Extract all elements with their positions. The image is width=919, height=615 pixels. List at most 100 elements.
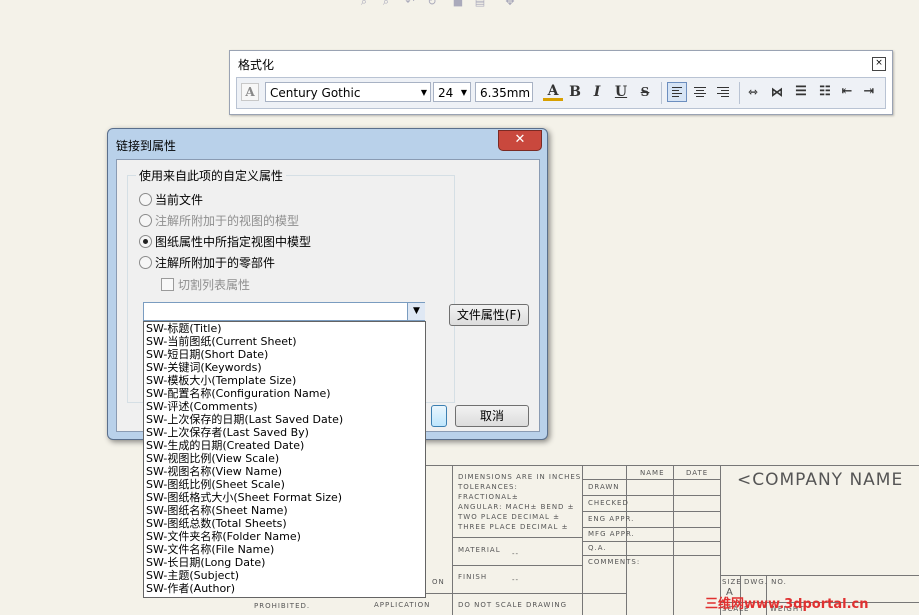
finish-value: --: [512, 576, 520, 584]
height-value: 6.35mm: [480, 86, 531, 100]
list-item[interactable]: SW-作者(Author): [144, 582, 425, 595]
list-item[interactable]: SW-配置名称(Configuration Name): [144, 387, 425, 400]
separator: [739, 82, 740, 104]
row-eng-appr: ENG APPR.: [588, 515, 635, 523]
dims-line-1: DIMENSIONS ARE IN INCHES: [458, 473, 582, 481]
view-toolbar: ⌕ ⌕ ↶ ↻ ■ ▤ ✥: [356, 0, 536, 8]
size-select[interactable]: 24 ▼: [433, 82, 471, 102]
radio-button[interactable]: [139, 214, 152, 227]
list-item[interactable]: SW-文件夹名称(Folder Name): [144, 530, 425, 543]
radio-label: 注解所附加于的视图的模型: [155, 214, 300, 228]
list-item[interactable]: SW-上次保存者(Last Saved By): [144, 426, 425, 439]
separator: [661, 82, 662, 104]
radio-button[interactable]: [139, 235, 152, 248]
zoom-fit-icon[interactable]: ⌕: [356, 0, 372, 8]
list-item[interactable]: SW-图纸总数(Total Sheets): [144, 517, 425, 530]
bullet-list-icon[interactable]: ☰: [791, 82, 811, 102]
zoom-area-icon[interactable]: ⌕: [378, 0, 394, 8]
dims-line-6: THREE PLACE DECIMAL ±: [458, 523, 569, 531]
list-item[interactable]: SW-模板大小(Template Size): [144, 374, 425, 387]
italic-icon[interactable]: I: [587, 82, 607, 102]
radio-label: 图纸属性中所指定视图中模型: [155, 235, 312, 249]
list-item[interactable]: SW-评述(Comments): [144, 400, 425, 413]
format-toolbar-bar: A Century Gothic ▼ 24 ▼ 6.35mm A B I U S…: [236, 77, 886, 109]
list-item[interactable]: SW-标题(Title): [144, 322, 425, 335]
chevron-down-icon[interactable]: ▼: [407, 303, 425, 320]
list-item[interactable]: SW-主题(Subject): [144, 569, 425, 582]
application-label: APPLICATION: [374, 601, 431, 609]
dwg-no-label: DWG. NO.: [744, 578, 787, 586]
prohibited-label: PROHIBITED.: [254, 602, 311, 610]
ok-button-partial[interactable]: [431, 405, 447, 427]
radio-component[interactable]: 注解所附加于的零部件: [139, 254, 275, 271]
previous-view-icon[interactable]: ↶: [402, 0, 418, 8]
radio-label: 当前文件: [155, 193, 204, 207]
list-item[interactable]: SW-图纸比例(Sheet Scale): [144, 478, 425, 491]
numbered-list-icon[interactable]: ☷: [815, 82, 835, 102]
cut-list-checkbox[interactable]: 切割列表属性: [161, 276, 250, 293]
dims-line-4: ANGULAR: MACH± BEND ±: [458, 503, 575, 511]
group-title: 使用来自此项的自定义属性: [136, 167, 287, 184]
section-view-icon[interactable]: ▤: [472, 0, 488, 8]
material-value: --: [512, 550, 520, 558]
radio-current-file[interactable]: 当前文件: [139, 191, 203, 208]
list-item[interactable]: SW-上次保存的日期(Last Saved Date): [144, 413, 425, 426]
list-item[interactable]: SW-文件名称(File Name): [144, 543, 425, 556]
outdent-icon[interactable]: ⇤: [837, 82, 857, 102]
close-icon[interactable]: ✕: [498, 130, 542, 151]
list-item[interactable]: SW-图纸格式大小(Sheet Format Size): [144, 491, 425, 504]
chevron-down-icon[interactable]: ▼: [421, 83, 427, 103]
indent-icon[interactable]: ⇥: [859, 82, 879, 102]
list-item[interactable]: SW-短日期(Short Date): [144, 348, 425, 361]
bold-icon[interactable]: B: [565, 82, 585, 102]
row-mfg-appr: MFG APPR.: [588, 530, 635, 538]
list-item[interactable]: SW-视图名称(View Name): [144, 465, 425, 478]
rotate-icon[interactable]: ↻: [424, 0, 440, 8]
date-header: DATE: [686, 469, 709, 477]
align-left-icon[interactable]: [667, 82, 687, 102]
font-select[interactable]: Century Gothic ▼: [265, 82, 431, 102]
align-right-icon[interactable]: [713, 82, 733, 102]
dims-line-5: TWO PLACE DECIMAL ±: [458, 513, 560, 521]
watermark: 三维网www.3dportal.cn: [705, 597, 869, 612]
font-value: Century Gothic: [270, 86, 361, 100]
radio-button[interactable]: [139, 256, 152, 269]
property-dropdown-list: SW-标题(Title) SW-当前图纸(Current Sheet) SW-短…: [143, 321, 426, 598]
radio-button[interactable]: [139, 193, 152, 206]
file-properties-button[interactable]: 文件属性(F): [449, 304, 529, 326]
dialog-title: 链接到属性: [116, 139, 177, 153]
material-label: MATERIAL: [458, 546, 501, 554]
cancel-button[interactable]: 取消: [455, 405, 529, 427]
size-value: 24: [438, 86, 454, 100]
on-label: ON: [432, 578, 445, 586]
list-item[interactable]: SW-图纸名称(Sheet Name): [144, 504, 425, 517]
radio-sheet-view-model[interactable]: 图纸属性中所指定视图中模型: [139, 233, 311, 250]
height-input[interactable]: 6.35mm: [475, 82, 533, 102]
chevron-down-icon[interactable]: ▼: [461, 83, 467, 103]
list-item[interactable]: SW-当前图纸(Current Sheet): [144, 335, 425, 348]
close-icon[interactable]: ×: [872, 57, 886, 71]
strikethrough-icon[interactable]: S: [635, 82, 655, 102]
view-settings-icon[interactable]: ✥: [502, 0, 518, 8]
align-center-icon[interactable]: [690, 82, 710, 102]
underline-icon[interactable]: U: [611, 82, 631, 102]
format-toolbar-title: 格式化: [238, 58, 275, 72]
property-combo[interactable]: [143, 302, 425, 321]
list-item[interactable]: SW-关键词(Keywords): [144, 361, 425, 374]
checkbox[interactable]: [161, 278, 174, 291]
fit-width-icon[interactable]: ⇿: [743, 82, 763, 102]
list-item[interactable]: SW-视图比例(View Scale): [144, 452, 425, 465]
radio-label: 注解所附加于的零部件: [155, 256, 276, 270]
font-color-icon[interactable]: A: [543, 82, 563, 101]
format-toolbar: 格式化 × A Century Gothic ▼ 24 ▼ 6.35mm A B…: [229, 50, 893, 115]
line-spacing-icon[interactable]: ⋈: [767, 82, 787, 102]
display-style-icon[interactable]: ■: [450, 0, 466, 8]
list-item[interactable]: SW-长日期(Long Date): [144, 556, 425, 569]
dims-line-3: FRACTIONAL±: [458, 493, 519, 501]
radio-view-model[interactable]: 注解所附加于的视图的模型: [139, 212, 299, 229]
text-style-icon[interactable]: A: [241, 83, 259, 101]
row-drawn: DRAWN: [588, 483, 620, 491]
checkbox-label: 切割列表属性: [178, 278, 251, 292]
row-comments: COMMENTS:: [588, 558, 641, 566]
list-item[interactable]: SW-生成的日期(Created Date): [144, 439, 425, 452]
